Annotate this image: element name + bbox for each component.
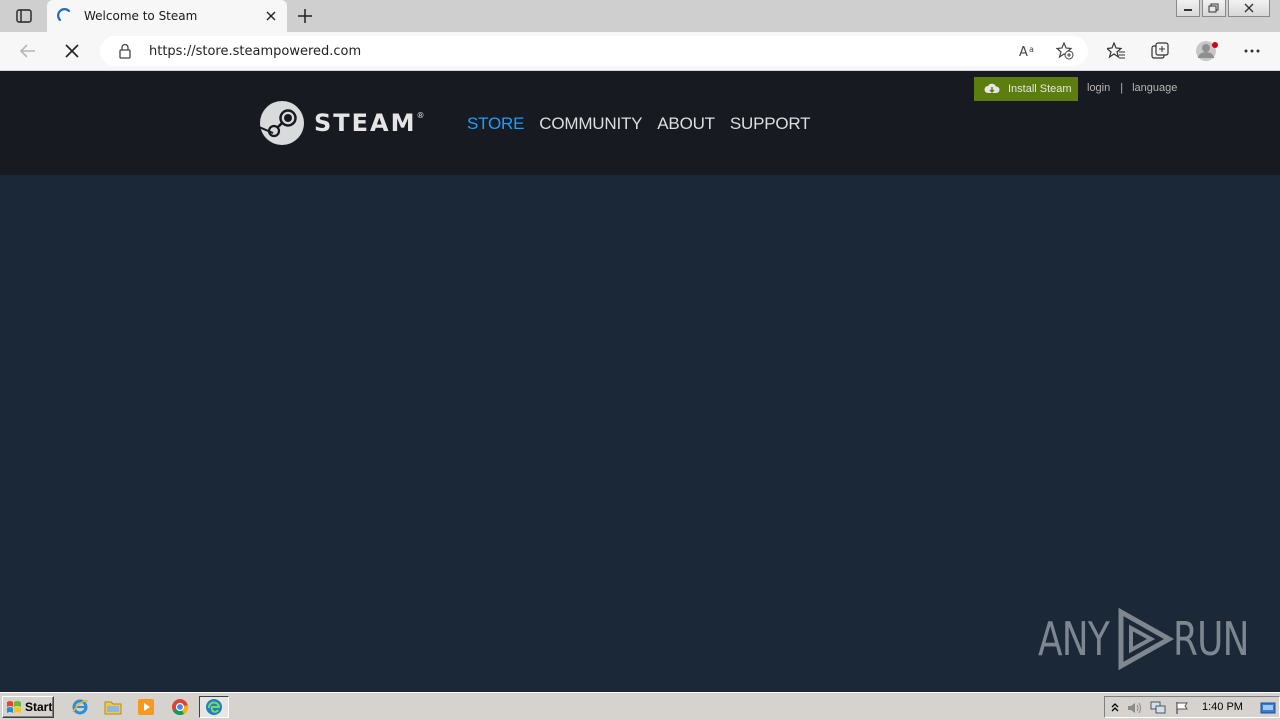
- lock-icon[interactable]: [118, 43, 134, 59]
- global-actions: login | language: [1087, 82, 1177, 94]
- tab-title: Welcome to Steam: [84, 9, 198, 23]
- network-icon[interactable]: [1150, 700, 1166, 716]
- chrome-icon[interactable]: [169, 697, 191, 717]
- language-link[interactable]: language: [1132, 82, 1177, 94]
- start-button[interactable]: Start: [2, 696, 54, 718]
- internet-explorer-icon[interactable]: [69, 697, 91, 717]
- start-label: Start: [25, 700, 53, 714]
- steam-wordmark: STEAM®: [314, 109, 425, 137]
- loading-spinner-icon: [57, 8, 73, 24]
- install-steam-button[interactable]: Install Steam: [974, 77, 1078, 101]
- browser-tab-bar: Welcome to Steam: [0, 0, 1280, 32]
- tab-close-icon[interactable]: [263, 8, 279, 24]
- watermark-text-right: RUN: [1172, 612, 1249, 666]
- collections-icon[interactable]: [1149, 40, 1171, 62]
- svg-text:A: A: [1019, 45, 1028, 59]
- watermark-text-left: ANY: [1038, 612, 1110, 666]
- new-tab-icon[interactable]: [295, 6, 315, 26]
- clock[interactable]: 1:40 PM: [1202, 701, 1243, 713]
- add-favorite-icon[interactable]: [1055, 41, 1075, 61]
- restore-icon[interactable]: [1202, 0, 1226, 17]
- show-hidden-icons-icon[interactable]: [1107, 700, 1123, 716]
- windows-logo-icon: [7, 701, 21, 713]
- separator: |: [1120, 82, 1124, 94]
- more-options-icon[interactable]: [1241, 40, 1263, 62]
- volume-icon[interactable]: [1127, 700, 1143, 716]
- back-arrow-icon[interactable]: [15, 39, 41, 63]
- steam-logo-icon: [259, 101, 304, 145]
- action-center-flag-icon[interactable]: [1174, 700, 1190, 716]
- system-tray: 1:40 PM: [1104, 696, 1280, 718]
- show-desktop-icon[interactable]: [1260, 700, 1276, 716]
- nav-store[interactable]: STORE: [467, 114, 524, 134]
- anyrun-watermark: ANY RUN: [1038, 608, 1270, 670]
- nav-community[interactable]: COMMUNITY: [539, 114, 642, 134]
- taskbar: Start 1:40 PM: [0, 692, 1280, 720]
- favorites-icon[interactable]: [1105, 40, 1127, 62]
- nav-about[interactable]: ABOUT: [657, 114, 715, 134]
- read-aloud-icon[interactable]: Aa: [1018, 41, 1038, 61]
- download-cloud-icon: [984, 83, 1000, 93]
- stop-loading-icon[interactable]: [59, 39, 85, 63]
- minimize-icon[interactable]: [1176, 0, 1200, 17]
- address-bar[interactable]: https://store.steampowered.com Aa: [100, 36, 1088, 66]
- steam-logo[interactable]: STEAM®: [259, 100, 425, 146]
- login-link[interactable]: login: [1087, 82, 1110, 94]
- svg-text:a: a: [1029, 45, 1034, 54]
- steam-global-header: STEAM® STORE COMMUNITY ABOUT SUPPORT Ins…: [0, 71, 1280, 175]
- main-nav: STORE COMMUNITY ABOUT SUPPORT: [467, 114, 825, 134]
- install-steam-label: Install Steam: [1008, 83, 1072, 95]
- browser-toolbar: https://store.steampowered.com Aa: [0, 32, 1280, 71]
- url-text[interactable]: https://store.steampowered.com: [149, 44, 361, 59]
- nav-support[interactable]: SUPPORT: [730, 114, 811, 134]
- tab-actions-icon[interactable]: [12, 6, 36, 26]
- media-player-icon[interactable]: [135, 697, 157, 717]
- play-triangle-icon: [1118, 608, 1175, 670]
- file-explorer-icon[interactable]: [102, 697, 124, 717]
- edge-icon[interactable]: [199, 696, 229, 718]
- window-close-icon[interactable]: [1228, 0, 1270, 17]
- window-controls: [1176, 0, 1270, 17]
- browser-tab[interactable]: Welcome to Steam: [47, 0, 287, 32]
- profile-avatar-icon[interactable]: [1195, 40, 1219, 62]
